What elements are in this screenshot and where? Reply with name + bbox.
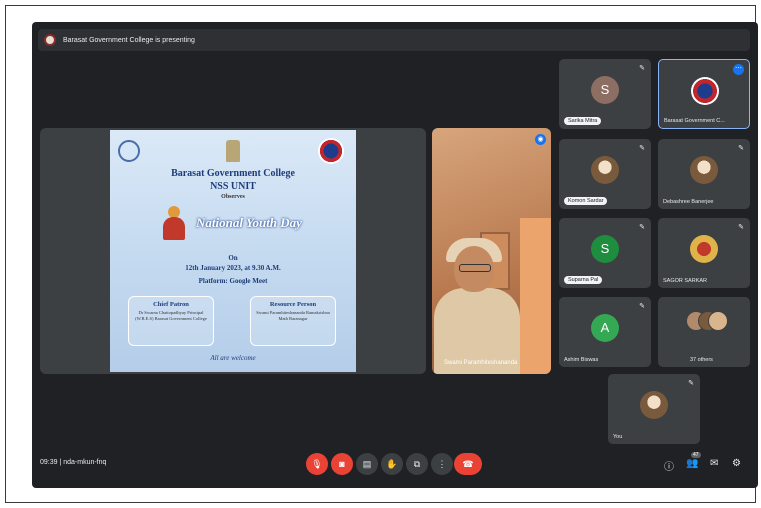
- participant-name: Barasat Government C...: [664, 118, 725, 124]
- participant-tile[interactable]: ⋯ Barasat Government C...: [658, 59, 750, 129]
- chief-patron-box: Chief Patron Dr Swarna Chattopadhyay Pri…: [128, 296, 214, 346]
- avatar: [591, 156, 619, 184]
- present-button[interactable]: ⧉: [406, 453, 428, 475]
- background-curtain: [520, 218, 551, 374]
- activities-icon[interactable]: ⚙: [732, 458, 741, 469]
- poster-date: 12th January 2023, at 9.30 A.M.: [185, 264, 281, 272]
- speaker-glasses: [459, 264, 491, 272]
- participant-tile[interactable]: S ✎ Sarika Mitra: [559, 59, 651, 129]
- chief-patron-title: Chief Patron: [153, 301, 189, 308]
- poster-event: National Youth Day: [196, 215, 302, 230]
- resource-person-box: Resource Person Swami Paramhiteshananda …: [250, 296, 336, 346]
- national-emblem-icon: [226, 140, 240, 162]
- participant-tile[interactable]: A ✎ Ashim Biswas: [559, 297, 651, 367]
- speaker-video-tile[interactable]: ◉ Swami Paramhiteshananda: [432, 128, 551, 374]
- meet-window: Barasat Government College is presenting…: [32, 22, 758, 488]
- people-count-badge: 47: [691, 452, 701, 458]
- participant-name: Ashim Biswas: [564, 357, 599, 363]
- college-seal-icon: [318, 138, 344, 164]
- captions-button[interactable]: ▤: [356, 453, 378, 475]
- presenting-bar: Barasat Government College is presenting: [38, 29, 750, 51]
- people-icon[interactable]: 47 👥: [686, 452, 701, 469]
- chat-icon[interactable]: ✉: [710, 458, 718, 469]
- meeting-info: 09:39 | nda-mkun-fnq: [40, 459, 107, 466]
- mic-off-icon: ✎: [639, 224, 645, 231]
- avatar: [690, 235, 718, 263]
- participant-tile[interactable]: ✎ SAGOR SARKAR: [658, 218, 750, 288]
- poster-college: Barasat Government College: [171, 168, 295, 179]
- avatar: [640, 391, 668, 419]
- college-logo-icon: [691, 77, 719, 105]
- participant-name: You: [613, 434, 623, 440]
- participant-tile[interactable]: ✎ Debashree Banerjee: [658, 139, 750, 209]
- participant-name: Suparna Pal: [564, 276, 603, 284]
- nss-logo-icon: [118, 140, 140, 162]
- participant-name: Komon Sardar: [564, 197, 608, 205]
- others-tile[interactable]: 37 others: [658, 297, 750, 367]
- participant-name: SAGOR SARKAR: [663, 278, 708, 284]
- end-call-button[interactable]: ☎: [454, 453, 482, 475]
- mic-off-icon: ✎: [688, 380, 694, 387]
- presentation-tile[interactable]: Barasat Government College NSS UNIT Obse…: [40, 128, 426, 374]
- others-count: 37 others: [690, 357, 713, 363]
- participant-name: Sarika Mitra: [564, 117, 602, 125]
- more-options-icon[interactable]: ⋯: [733, 64, 744, 75]
- poster-welcome: All are welcome: [210, 354, 256, 362]
- others-avatars: [686, 311, 728, 335]
- more-options-button[interactable]: ⋮: [431, 453, 453, 475]
- chief-patron-text: Dr Swarna Chattopadhyay Principal (W.B.E…: [135, 310, 207, 321]
- microphone-button[interactable]: 🎙: [306, 453, 328, 475]
- resource-person-text: Swami Paramhiteshananda Ramakrishna Math…: [256, 310, 330, 321]
- event-poster: Barasat Government College NSS UNIT Obse…: [110, 130, 356, 372]
- participant-tile[interactable]: ✎ Komon Sardar: [559, 139, 651, 209]
- poster-observes: Observes: [221, 194, 245, 200]
- presenting-text: Barasat Government College is presenting: [63, 36, 195, 44]
- avatar: [690, 156, 718, 184]
- avatar: S: [591, 76, 619, 104]
- college-logo-icon: [44, 34, 56, 46]
- vivekananda-figure-icon: [162, 206, 186, 240]
- avatar: A: [591, 314, 619, 342]
- avatar: S: [591, 235, 619, 263]
- mic-off-icon: ✎: [639, 65, 645, 72]
- poster-platform: Platform: Google Meet: [198, 277, 268, 285]
- raise-hand-button[interactable]: ✋: [381, 453, 403, 475]
- speaking-indicator-icon: ◉: [535, 134, 546, 145]
- screenshot-frame: Barasat Government College is presenting…: [5, 5, 758, 503]
- mic-off-icon: ✎: [738, 224, 744, 231]
- mic-off-icon: ✎: [639, 145, 645, 152]
- camera-button[interactable]: ◙: [331, 453, 353, 475]
- resource-person-title: Resource Person: [269, 301, 317, 308]
- speaker-name: Swami Paramhiteshananda: [444, 360, 518, 366]
- info-icon[interactable]: ⓘ: [664, 458, 674, 473]
- mic-off-icon: ✎: [639, 303, 645, 310]
- poster-unit: NSS UNIT: [210, 181, 256, 192]
- mic-off-icon: ✎: [738, 145, 744, 152]
- participant-name: Debashree Banerjee: [663, 199, 714, 205]
- participant-tile[interactable]: S ✎ Suparna Pal: [559, 218, 651, 288]
- bottom-bar: 09:39 | nda-mkun-fnq 🎙 ◙ ▤ ✋ ⧉ ⋮ ☎ ⓘ 47 👥…: [32, 450, 758, 480]
- poster-on: On: [228, 254, 238, 262]
- self-tile[interactable]: ✎ You: [608, 374, 700, 444]
